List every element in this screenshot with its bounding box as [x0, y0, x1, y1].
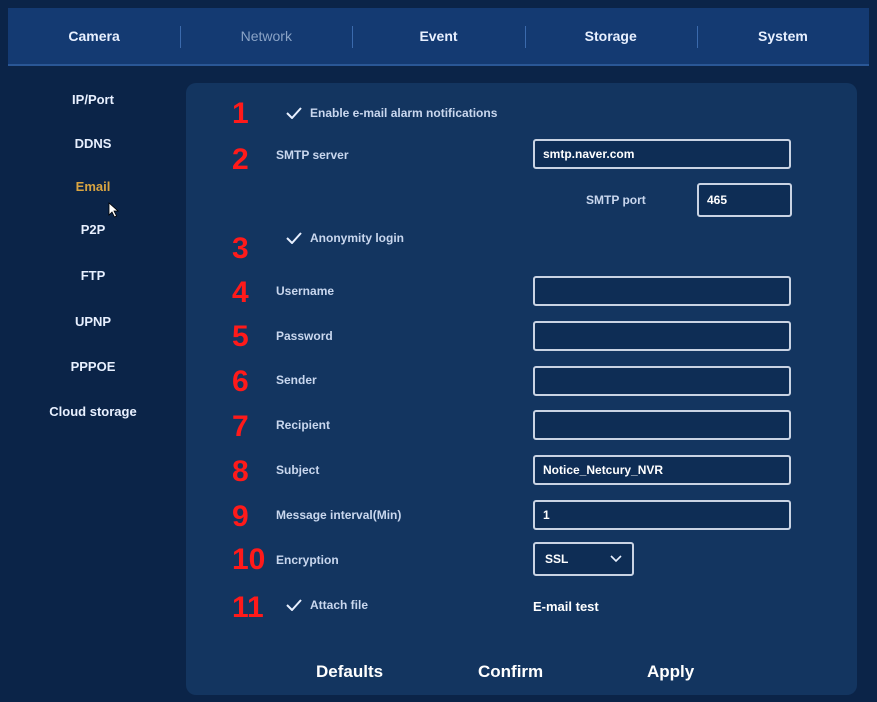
sidebar: IP/Port DDNS Email P2P FTP UPNP PPPOE Cl… — [8, 78, 178, 693]
checkmark-icon — [286, 599, 302, 611]
smtp-port-input[interactable]: 465 — [697, 183, 792, 217]
encryption-select[interactable]: SSL — [533, 542, 634, 576]
marker-10: 10 — [232, 543, 266, 576]
marker-2: 2 — [232, 143, 249, 176]
defaults-button[interactable]: Defaults — [316, 662, 383, 682]
username-input[interactable] — [533, 276, 791, 306]
sidebar-item-cloud-storage[interactable]: Cloud storage — [8, 404, 178, 419]
tab-camera[interactable]: Camera — [8, 8, 180, 64]
anonymity-login-label: Anonymity login — [310, 231, 404, 245]
message-interval-label: Message interval(Min) — [276, 508, 402, 522]
marker-1: 1 — [232, 97, 249, 130]
subject-label: Subject — [276, 463, 320, 477]
username-label: Username — [276, 284, 335, 298]
marker-4: 4 — [232, 276, 249, 309]
tab-event[interactable]: Event — [352, 8, 524, 64]
tab-storage[interactable]: Storage — [524, 8, 697, 64]
recipient-label: Recipient — [276, 418, 331, 432]
tab-system[interactable]: System — [696, 8, 869, 64]
password-label: Password — [276, 329, 333, 343]
marker-11: 11 — [232, 591, 264, 624]
sender-input[interactable] — [533, 366, 791, 396]
enable-email-label: Enable e-mail alarm notifications — [310, 106, 498, 120]
password-input[interactable] — [533, 321, 791, 351]
chevron-down-icon — [610, 555, 622, 563]
message-interval-input[interactable]: 1 — [533, 500, 791, 530]
sidebar-item-ftp[interactable]: FTP — [8, 268, 178, 283]
marker-3: 3 — [232, 232, 249, 265]
email-test-button[interactable]: E-mail test — [533, 599, 599, 614]
top-tab-bar: Camera Network Event Storage System — [8, 8, 869, 66]
sidebar-item-ip-port[interactable]: IP/Port — [8, 92, 178, 107]
mouse-pointer-icon — [108, 202, 120, 218]
marker-5: 5 — [232, 320, 249, 353]
attach-file-label: Attach file — [310, 598, 369, 612]
enable-email-checkbox[interactable]: Enable e-mail alarm notifications — [286, 106, 497, 120]
smtp-server-input[interactable]: smtp.naver.com — [533, 139, 791, 169]
marker-6: 6 — [232, 365, 249, 398]
smtp-port-label: SMTP port — [586, 193, 646, 207]
marker-8: 8 — [232, 455, 249, 488]
marker-9: 9 — [232, 500, 249, 533]
recipient-input[interactable] — [533, 410, 791, 440]
sidebar-item-email[interactable]: Email — [8, 179, 178, 194]
marker-7: 7 — [232, 410, 249, 443]
tab-network[interactable]: Network — [180, 8, 352, 64]
sidebar-item-upnp[interactable]: UPNP — [8, 314, 178, 329]
subject-input[interactable]: Notice_Netcury_NVR — [533, 455, 791, 485]
checkmark-icon — [286, 107, 302, 119]
sidebar-item-p2p[interactable]: P2P — [8, 222, 178, 237]
smtp-server-label: SMTP server — [276, 148, 349, 162]
sender-label: Sender — [276, 373, 317, 387]
anonymity-login-checkbox[interactable]: Anonymity login — [286, 231, 404, 245]
sidebar-item-ddns[interactable]: DDNS — [8, 136, 178, 151]
encryption-value: SSL — [545, 552, 569, 566]
attach-file-checkbox[interactable]: Attach file — [286, 598, 368, 612]
encryption-label: Encryption — [276, 553, 339, 567]
checkmark-icon — [286, 232, 302, 244]
confirm-button[interactable]: Confirm — [478, 662, 543, 682]
sidebar-item-pppoe[interactable]: PPPOE — [8, 359, 178, 374]
apply-button[interactable]: Apply — [647, 662, 694, 682]
